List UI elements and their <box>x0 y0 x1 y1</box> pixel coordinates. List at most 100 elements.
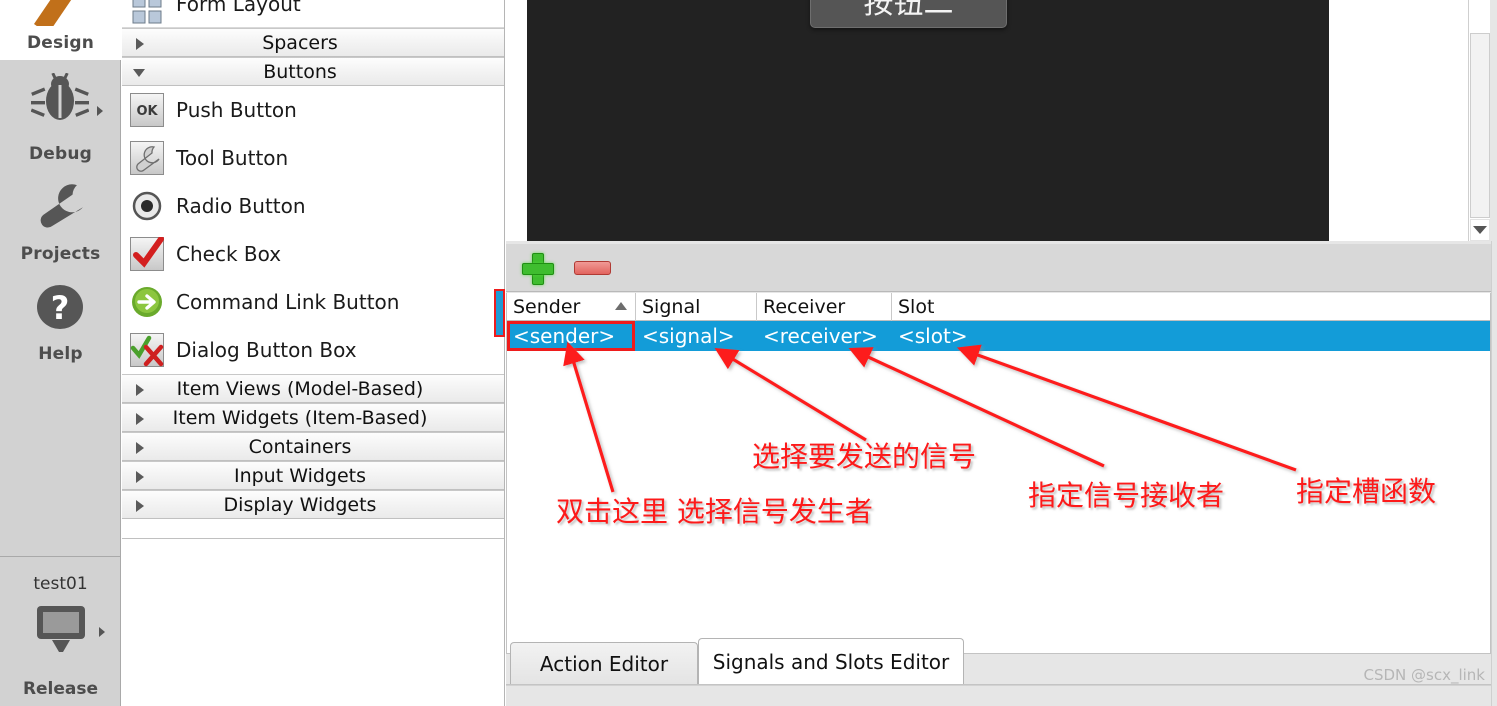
question-mark-icon: ? <box>33 283 87 331</box>
list-item-label: Form Layout <box>176 0 301 16</box>
sidebar-item-debug[interactable]: Debug <box>0 61 121 171</box>
list-item-tool-button[interactable]: Tool Button <box>122 134 504 182</box>
table-row[interactable]: <sender> <signal> <receiver> <slot> <box>507 321 1490 351</box>
kit-project-name: test01 <box>33 574 88 594</box>
widget-box[interactable]: Form Layout Spacers Buttons OK Push Butt… <box>122 0 505 706</box>
bug-icon <box>31 73 89 123</box>
tab-label: Signals and Slots Editor <box>712 649 950 674</box>
form-editor-canvas[interactable]: 按钮二 <box>506 0 1497 241</box>
panel-bottom-strip <box>506 685 1497 706</box>
category-spacers[interactable]: Spacers <box>122 28 504 57</box>
mode-selector-sidebar: Design Debug Projects ? Help test01 Rele… <box>0 0 121 706</box>
widget-box-empty-area <box>122 538 504 706</box>
category-item-widgets[interactable]: Item Widgets (Item-Based) <box>122 403 504 432</box>
form-layout-icon <box>130 0 164 26</box>
sidebar-item-help[interactable]: ? Help <box>0 271 121 371</box>
widget-box-scroll-sliver[interactable] <box>494 289 505 337</box>
tab-label: Action Editor <box>539 651 669 676</box>
sort-ascending-icon <box>615 302 627 310</box>
list-item-command-link-button[interactable]: Command Link Button <box>122 278 504 326</box>
pencil-icon <box>28 0 88 26</box>
list-item-label: Command Link Button <box>176 289 400 314</box>
chevron-right-icon <box>136 384 144 396</box>
category-buttons[interactable]: Buttons <box>122 57 504 86</box>
chevron-right-icon <box>136 413 144 425</box>
check-box-icon <box>130 236 164 271</box>
minus-icon[interactable] <box>574 260 611 275</box>
category-label: Item Widgets (Item-Based) <box>172 406 428 429</box>
command-link-icon <box>130 285 164 319</box>
dialog-button-box-icon <box>130 332 164 367</box>
category-label: Spacers <box>262 31 338 54</box>
column-header-label: Receiver <box>763 296 846 318</box>
signals-slots-toolbar <box>506 244 1491 292</box>
cell-sender[interactable]: <sender> <box>507 321 636 351</box>
list-item-check-box[interactable]: Check Box <box>122 230 504 278</box>
list-item-radio-button[interactable]: Radio Button <box>122 182 504 230</box>
category-label: Input Widgets <box>233 464 367 487</box>
list-item-label: Push Button <box>176 97 297 122</box>
chevron-right-icon-kit[interactable] <box>99 627 105 637</box>
tab-signals-and-slots-editor[interactable]: Signals and Slots Editor <box>698 638 964 684</box>
scrollbar-thumb[interactable] <box>1470 33 1490 218</box>
chevron-right-icon-debug[interactable] <box>97 106 103 116</box>
sidebar-item-label-projects: Projects <box>20 244 101 264</box>
column-header-slot[interactable]: Slot <box>892 293 1490 321</box>
column-header-label: Sender <box>513 296 581 318</box>
sidebar-item-projects[interactable]: Projects <box>0 171 121 271</box>
kit-build-config: Release <box>22 679 99 699</box>
annotation-label-signal: 选择要发送的信号 <box>752 440 977 473</box>
wrench-icon <box>33 181 87 229</box>
sidebar-item-label-debug: Debug <box>28 144 93 164</box>
category-label: Display Widgets <box>223 493 377 516</box>
column-header-label: Slot <box>898 296 935 318</box>
cell-receiver[interactable]: <receiver> <box>757 321 892 351</box>
kit-selector[interactable]: test01 Release <box>0 557 121 706</box>
category-label: Containers <box>248 435 352 458</box>
category-input-widgets[interactable]: Input Widgets <box>122 461 504 490</box>
chevron-right-icon <box>136 442 144 454</box>
annotation-label-sender: 双击这里 选择信号发生者 <box>556 495 873 528</box>
list-item-label: Dialog Button Box <box>176 337 357 362</box>
form-push-button[interactable]: 按钮二 <box>810 0 1007 28</box>
sidebar-item-design[interactable]: Design <box>0 0 121 60</box>
annotation-label-receiver: 指定信号接收者 <box>1028 479 1225 512</box>
chevron-down-icon <box>133 69 145 77</box>
panel-right-gutter <box>1491 241 1497 706</box>
list-item-dialog-button-box[interactable]: Dialog Button Box <box>122 326 504 374</box>
scroll-down-button[interactable] <box>1470 219 1490 241</box>
column-header-sender[interactable]: Sender <box>507 293 636 321</box>
table-header-row: Sender Signal Receiver Slot <box>507 293 1490 321</box>
tool-button-icon <box>130 140 164 175</box>
list-item-label: Check Box <box>176 241 282 266</box>
list-item-form-layout[interactable]: Form Layout <box>122 0 504 27</box>
category-containers[interactable]: Containers <box>122 432 504 461</box>
chevron-right-icon <box>136 471 144 483</box>
category-label: Item Views (Model-Based) <box>176 377 424 400</box>
form-preview-surface[interactable]: 按钮二 <box>527 0 1329 241</box>
column-header-receiver[interactable]: Receiver <box>757 293 892 321</box>
tab-action-editor[interactable]: Action Editor <box>510 642 698 684</box>
canvas-right-gutter <box>1490 0 1497 241</box>
list-item-label: Radio Button <box>176 193 306 218</box>
panel-tabstrip: Action Editor Signals and Slots Editor <box>506 638 1491 684</box>
radio-button-icon <box>130 189 164 223</box>
column-header-label: Signal <box>642 296 701 318</box>
category-item-views[interactable]: Item Views (Model-Based) <box>122 374 504 403</box>
svg-text:OK: OK <box>136 104 158 119</box>
chevron-right-icon <box>136 38 144 50</box>
annotation-label-slot: 指定槽函数 <box>1296 475 1437 508</box>
category-label: Buttons <box>263 60 337 83</box>
plus-icon[interactable] <box>522 252 554 285</box>
canvas-vertical-scrollbar[interactable] <box>1468 0 1490 241</box>
cell-slot[interactable]: <slot> <box>892 321 1490 351</box>
chevron-down-icon <box>1473 226 1487 234</box>
push-button-icon: OK <box>130 92 164 127</box>
list-item-push-button[interactable]: OK Push Button <box>122 86 504 134</box>
category-display-widgets[interactable]: Display Widgets <box>122 490 504 519</box>
chevron-right-icon <box>136 500 144 512</box>
column-header-signal[interactable]: Signal <box>636 293 757 321</box>
list-item-label: Tool Button <box>176 145 289 170</box>
cell-signal[interactable]: <signal> <box>636 321 757 351</box>
svg-text:?: ? <box>51 289 70 327</box>
